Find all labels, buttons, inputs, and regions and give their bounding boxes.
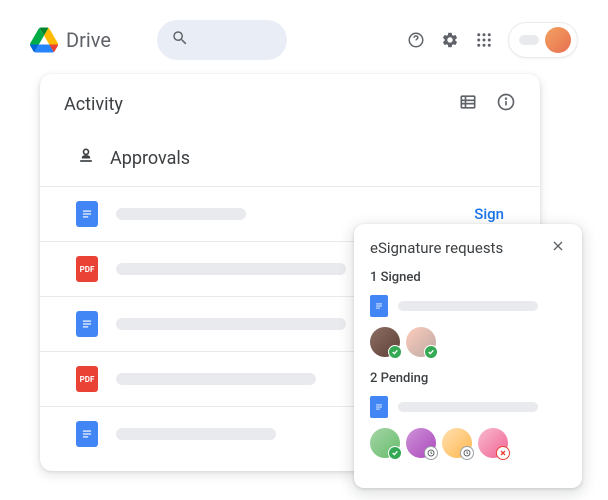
popup-title: eSignature requests — [370, 239, 503, 257]
help-icon[interactable] — [406, 30, 426, 50]
doc-file-icon — [76, 421, 98, 447]
check-badge-icon — [388, 345, 402, 359]
app-header: Drive — [0, 0, 608, 80]
doc-file-icon — [370, 295, 388, 317]
signer-avatar[interactable] — [370, 428, 400, 458]
signer-avatar[interactable] — [478, 428, 508, 458]
app-name: Drive — [66, 28, 111, 52]
esignature-popup: eSignature requests 1 Signed 2 Pending — [354, 224, 582, 488]
status-label: 1 Signed — [370, 270, 566, 285]
approvals-label: Approvals — [110, 148, 190, 169]
info-icon[interactable] — [496, 92, 516, 116]
signer-avatars — [370, 327, 566, 357]
search-box[interactable] — [157, 20, 287, 60]
apps-icon[interactable] — [474, 30, 494, 50]
signer-avatar[interactable] — [406, 428, 436, 458]
drive-logo-icon — [30, 26, 58, 54]
status-group: 1 Signed — [370, 270, 566, 357]
status-file-row[interactable] — [370, 295, 566, 317]
file-name-placeholder — [116, 428, 276, 440]
account-chip[interactable] — [508, 22, 578, 58]
file-name-placeholder — [116, 263, 346, 275]
activity-title: Activity — [64, 94, 123, 115]
status-group: 2 Pending — [370, 371, 566, 458]
search-icon — [171, 29, 189, 51]
approvals-section: Approvals — [40, 134, 540, 186]
file-name-placeholder — [116, 318, 346, 330]
activity-header-icons — [458, 92, 516, 116]
clock-badge-icon — [424, 446, 438, 460]
signer-avatar[interactable] — [406, 327, 436, 357]
check-badge-icon — [424, 345, 438, 359]
sign-button[interactable]: Sign — [474, 205, 504, 223]
doc-file-icon — [370, 396, 388, 418]
list-view-icon[interactable] — [458, 92, 478, 116]
status-file-row[interactable] — [370, 396, 566, 418]
drive-logo-wrap[interactable]: Drive — [30, 26, 111, 54]
account-label-placeholder — [519, 35, 539, 45]
settings-icon[interactable] — [440, 30, 460, 50]
pdf-file-icon: PDF — [76, 366, 98, 392]
clock-badge-icon — [460, 446, 474, 460]
user-avatar — [545, 27, 571, 53]
cross-badge-icon — [496, 446, 510, 460]
file-name-placeholder — [398, 402, 538, 412]
status-label: 2 Pending — [370, 371, 566, 386]
close-icon[interactable] — [550, 238, 566, 258]
signer-avatar[interactable] — [370, 327, 400, 357]
check-badge-icon — [388, 446, 402, 460]
file-name-placeholder — [116, 373, 316, 385]
signer-avatars — [370, 428, 566, 458]
approvals-icon — [76, 146, 96, 170]
signer-avatar[interactable] — [442, 428, 472, 458]
file-name-placeholder — [116, 208, 246, 220]
popup-header: eSignature requests — [370, 238, 566, 258]
doc-file-icon — [76, 311, 98, 337]
file-name-placeholder — [398, 301, 538, 311]
activity-header: Activity — [40, 74, 540, 134]
header-icons — [406, 22, 578, 58]
pdf-file-icon: PDF — [76, 256, 98, 282]
doc-file-icon — [76, 201, 98, 227]
